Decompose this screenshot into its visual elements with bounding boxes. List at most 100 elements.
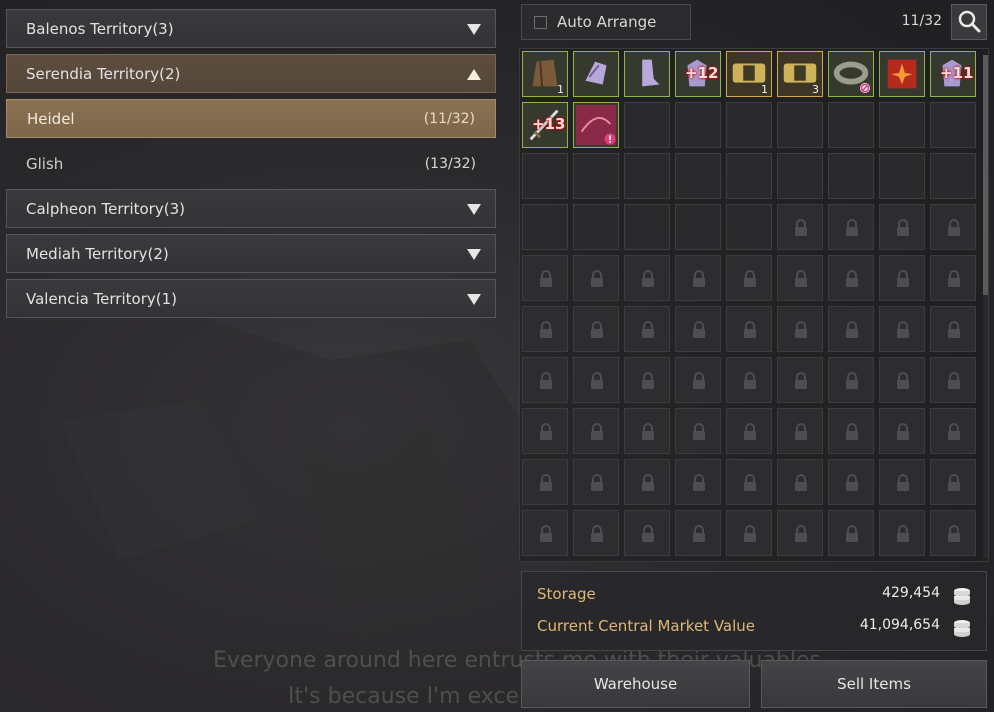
- lock-icon: [693, 525, 705, 542]
- empty-slot[interactable]: [522, 204, 568, 250]
- locked-slot: [879, 459, 925, 505]
- lock-icon: [795, 423, 807, 440]
- town-name: Glish: [26, 154, 64, 173]
- lock-icon: [591, 372, 603, 389]
- territory-label: Calpheon Territory(3): [26, 199, 185, 218]
- lock-icon: [693, 423, 705, 440]
- lock-icon: [744, 372, 756, 389]
- empty-slot[interactable]: [573, 204, 619, 250]
- lock-icon: [591, 423, 603, 440]
- empty-slot[interactable]: [675, 153, 721, 199]
- warehouse-button-label: Warehouse: [593, 675, 678, 693]
- auto-arrange-checkbox[interactable]: [534, 15, 547, 29]
- storage-item-slot[interactable]: 1: [726, 51, 772, 97]
- storage-silver-row: Storage 429,454: [537, 583, 974, 607]
- lock-icon: [846, 474, 858, 491]
- auto-arrange-toggle[interactable]: Auto Arrange: [521, 4, 691, 40]
- locked-slot: [726, 408, 772, 454]
- territory-label: Valencia Territory(1): [26, 289, 177, 308]
- storage-item-slot[interactable]: +13: [522, 102, 568, 148]
- storage-item-slot[interactable]: [828, 51, 874, 97]
- territory-serendia[interactable]: Serendia Territory(2): [6, 54, 496, 93]
- empty-slot[interactable]: [726, 204, 772, 250]
- chevron-down-icon: [467, 249, 481, 260]
- item-quantity: 3: [812, 83, 819, 96]
- locked-slot: [828, 357, 874, 403]
- lock-icon: [948, 525, 960, 542]
- locked-slot: [624, 510, 670, 556]
- locked-slot: [777, 459, 823, 505]
- lock-icon: [948, 270, 960, 287]
- locked-slot: [828, 306, 874, 352]
- enhancement-level: +11: [940, 64, 974, 82]
- sell-items-button[interactable]: Sell Items: [761, 660, 987, 708]
- locked-slot: [726, 255, 772, 301]
- territory-balenos[interactable]: Balenos Territory(3): [6, 9, 496, 48]
- empty-slot[interactable]: [726, 102, 772, 148]
- empty-slot[interactable]: [879, 102, 925, 148]
- lock-icon: [744, 270, 756, 287]
- empty-slot[interactable]: [930, 153, 976, 199]
- empty-slot[interactable]: [777, 153, 823, 199]
- empty-slot[interactable]: [675, 204, 721, 250]
- empty-slot[interactable]: [624, 102, 670, 148]
- scrollbar-thumb[interactable]: [983, 55, 988, 295]
- gauntlet-icon: [585, 61, 607, 85]
- warehouse-button[interactable]: Warehouse: [521, 660, 750, 708]
- empty-slot[interactable]: [828, 102, 874, 148]
- storage-label: Storage: [537, 585, 596, 603]
- enhancement-level: +12: [685, 64, 719, 82]
- town-heidel[interactable]: Heidel (11/32): [6, 99, 496, 138]
- territory-mediah[interactable]: Mediah Territory(2): [6, 234, 496, 273]
- market-value-label: Current Central Market Value: [537, 617, 756, 635]
- locked-slot: [828, 459, 874, 505]
- storage-summary: Storage 429,454 Current Central Market V…: [521, 571, 987, 651]
- lock-icon: [591, 321, 603, 338]
- empty-slot[interactable]: [930, 102, 976, 148]
- empty-slot[interactable]: [573, 153, 619, 199]
- npc-dialogue-line-2: It's because I'm exce: [288, 684, 519, 709]
- empty-slot[interactable]: [624, 153, 670, 199]
- storage-item-slot[interactable]: 1: [522, 51, 568, 97]
- lock-icon: [540, 423, 552, 440]
- storage-toolbar: Auto Arrange 11/32: [521, 4, 987, 40]
- lock-icon: [897, 270, 909, 287]
- item-quantity: 1: [557, 83, 564, 96]
- locked-slot: [930, 408, 976, 454]
- lock-icon: [642, 321, 654, 338]
- locked-slot: [675, 255, 721, 301]
- empty-slot[interactable]: [879, 153, 925, 199]
- empty-slot[interactable]: [624, 204, 670, 250]
- lock-icon: [744, 474, 756, 491]
- lock-icon: [693, 372, 705, 389]
- locked-slot: [828, 408, 874, 454]
- locked-slot: [522, 408, 568, 454]
- search-button[interactable]: [951, 4, 987, 40]
- empty-slot[interactable]: [828, 153, 874, 199]
- silver-coin-icon: [954, 588, 970, 605]
- empty-slot[interactable]: [726, 153, 772, 199]
- territory-calpheon[interactable]: Calpheon Territory(3): [6, 189, 496, 228]
- storage-item-slot[interactable]: [624, 51, 670, 97]
- no-trade-badge-icon: [860, 83, 870, 93]
- lock-icon: [540, 270, 552, 287]
- lock-icon: [846, 525, 858, 542]
- storage-item-slot[interactable]: 3: [777, 51, 823, 97]
- lock-icon: [846, 219, 858, 236]
- storage-item-slot[interactable]: +11: [930, 51, 976, 97]
- lock-icon: [744, 321, 756, 338]
- silver-coin-icon: [954, 620, 970, 637]
- storage-item-slot[interactable]: [573, 51, 619, 97]
- storage-item-slot[interactable]: +12: [675, 51, 721, 97]
- town-glish[interactable]: Glish (13/32): [6, 144, 496, 183]
- lock-icon: [897, 219, 909, 236]
- lock-icon: [642, 474, 654, 491]
- item-quantity: 1: [761, 83, 768, 96]
- empty-slot[interactable]: [777, 102, 823, 148]
- empty-slot[interactable]: [522, 153, 568, 199]
- storage-item-slot[interactable]: [573, 102, 619, 148]
- territory-valencia[interactable]: Valencia Territory(1): [6, 279, 496, 318]
- storage-item-slot[interactable]: [879, 51, 925, 97]
- storage-scrollbar[interactable]: [983, 55, 988, 558]
- empty-slot[interactable]: [675, 102, 721, 148]
